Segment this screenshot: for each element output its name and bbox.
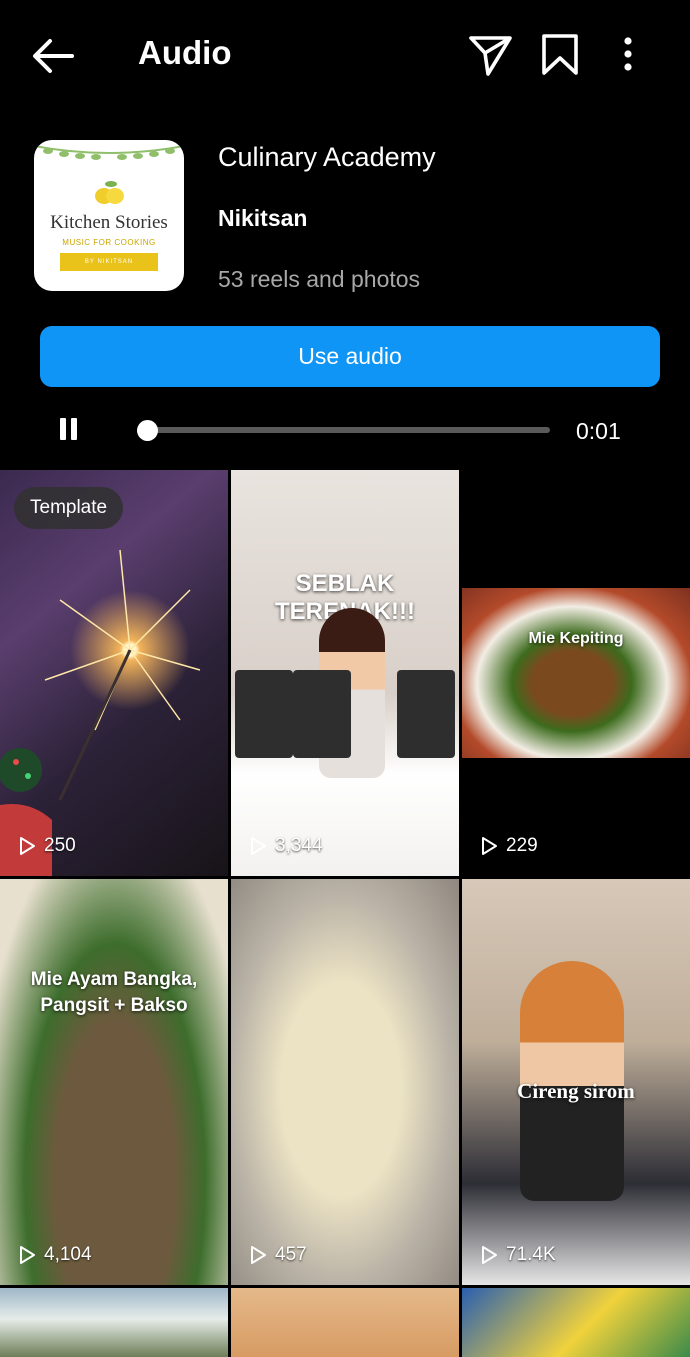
page-title: Audio bbox=[138, 34, 232, 71]
play-count: 3,344 bbox=[247, 834, 323, 858]
sparkler-icon bbox=[0, 549, 201, 876]
reel-thumbnail[interactable] bbox=[0, 1288, 228, 1357]
play-count-value: 229 bbox=[506, 835, 538, 856]
product-pack bbox=[235, 670, 293, 758]
play-count-value: 3,344 bbox=[275, 835, 323, 856]
play-icon bbox=[20, 837, 35, 855]
template-badge: Template bbox=[14, 487, 124, 529]
cover-subtitle: MUSIC FOR COOKING bbox=[62, 238, 156, 247]
reel-thumbnail[interactable]: Mie Kepiting 229 bbox=[462, 470, 690, 876]
play-icon bbox=[251, 1246, 266, 1264]
product-pack bbox=[293, 670, 351, 758]
reel-thumbnail[interactable]: Cireng sirom 71.4K bbox=[462, 879, 690, 1285]
top-bar: Audio bbox=[0, 0, 690, 110]
reel-thumbnail[interactable]: SEBLAK TERENAK!!! 3,344 bbox=[231, 470, 459, 876]
play-count-value: 71.4K bbox=[506, 1244, 556, 1265]
artist-name[interactable]: Nikitsan bbox=[218, 205, 307, 232]
lemon-icon bbox=[95, 181, 124, 204]
product-pack bbox=[397, 670, 455, 758]
play-count: 250 bbox=[16, 834, 76, 858]
play-count-value: 457 bbox=[275, 1244, 307, 1265]
back-arrow-icon[interactable] bbox=[28, 34, 80, 78]
reel-caption: Mie Ayam Bangka, Pangsit + Bakso bbox=[30, 969, 198, 1016]
reels-grid: Template 250 SEBLAK TERENAK!!! 3,344 Mie… bbox=[0, 470, 690, 1357]
play-icon bbox=[20, 1246, 35, 1264]
play-count-value: 250 bbox=[44, 835, 76, 856]
reel-caption: Cireng sirom bbox=[517, 1079, 635, 1103]
food-photo bbox=[462, 588, 690, 758]
pause-button[interactable] bbox=[56, 416, 82, 444]
leaf-garland-icon bbox=[34, 145, 184, 160]
more-vertical-icon[interactable] bbox=[604, 30, 652, 78]
use-audio-button[interactable]: Use audio bbox=[40, 326, 660, 387]
play-count: 229 bbox=[478, 834, 538, 858]
reel-thumbnail[interactable]: Template 250 bbox=[0, 470, 228, 876]
reel-thumbnail[interactable] bbox=[462, 1288, 690, 1357]
play-icon bbox=[482, 1246, 497, 1264]
reel-caption: Mie Kepiting bbox=[528, 630, 624, 647]
bookmark-icon[interactable] bbox=[536, 30, 584, 78]
track-title: Culinary Academy bbox=[218, 142, 436, 172]
play-icon bbox=[251, 837, 266, 855]
reel-thumbnail[interactable]: Mie Ayam Bangka, Pangsit + Bakso 4,104 bbox=[0, 879, 228, 1285]
seek-bar[interactable] bbox=[139, 427, 550, 433]
play-count-value: 4,104 bbox=[44, 1244, 92, 1265]
play-count: 4,104 bbox=[16, 1243, 92, 1267]
reel-thumbnail[interactable] bbox=[231, 1288, 459, 1357]
seek-handle[interactable] bbox=[137, 420, 159, 441]
elapsed-time: 0:01 bbox=[576, 418, 621, 444]
cover-band: BY NIKITSAN bbox=[60, 253, 158, 271]
pause-icon bbox=[60, 418, 66, 440]
play-count: 457 bbox=[247, 1243, 307, 1267]
send-icon[interactable] bbox=[466, 30, 514, 78]
reel-thumbnail[interactable]: 457 bbox=[231, 879, 459, 1285]
audio-cover-art: Kitchen Stories MUSIC FOR COOKING BY NIK… bbox=[34, 140, 184, 291]
cover-title: Kitchen Stories bbox=[50, 212, 168, 233]
play-icon bbox=[482, 837, 497, 855]
play-count: 71.4K bbox=[478, 1243, 556, 1267]
reels-count: 53 reels and photos bbox=[218, 266, 421, 292]
